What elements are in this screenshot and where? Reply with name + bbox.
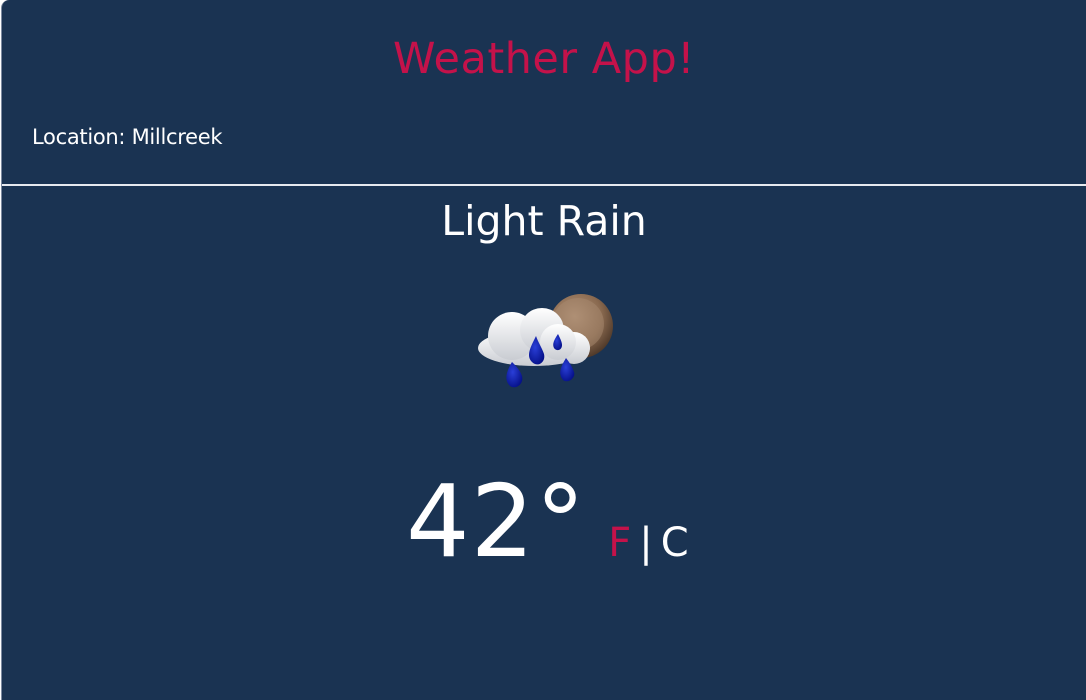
header-divider xyxy=(2,184,1086,186)
fahrenheit-toggle[interactable]: F xyxy=(608,518,631,568)
temperature-value: 42° xyxy=(406,463,587,580)
unit-separator: | xyxy=(639,520,653,566)
app-title: Weather App! xyxy=(393,34,695,84)
celsius-toggle[interactable]: C xyxy=(661,518,689,568)
cloud-rain-moon-icon xyxy=(474,290,616,394)
weather-app: Weather App! Location: Millcreek Light R… xyxy=(1,0,1086,700)
weather-condition: Light Rain xyxy=(441,197,647,245)
location-label: Location: Millcreek xyxy=(32,125,223,149)
temperature-row: 42° F | C xyxy=(406,462,689,582)
